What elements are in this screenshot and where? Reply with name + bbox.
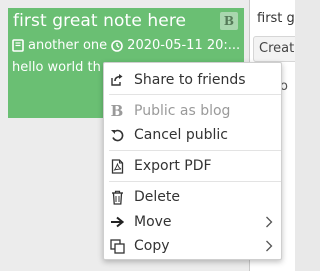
menu-item-move[interactable]: Move xyxy=(104,211,281,233)
menu-item-label: Delete xyxy=(134,189,180,205)
menu-divider xyxy=(109,181,281,182)
arrow-right-icon xyxy=(109,214,125,230)
note-meta: another one 2020-05-11 20:... xyxy=(12,38,240,53)
menu-item-label: Copy xyxy=(134,238,170,254)
undo-icon xyxy=(109,127,125,143)
menu-divider xyxy=(109,94,281,95)
chevron-right-icon xyxy=(266,216,273,228)
menu-item-delete[interactable]: Delete xyxy=(104,186,281,208)
menu-item-public-blog[interactable]: B Public as blog xyxy=(104,100,281,122)
menu-item-label: Share to friends xyxy=(134,72,246,88)
trash-icon xyxy=(109,189,125,205)
context-menu: Share to friends B Public as blog Cancel… xyxy=(103,62,282,260)
notebook-icon xyxy=(12,39,24,52)
chevron-right-icon xyxy=(266,240,273,252)
share-icon xyxy=(109,72,125,88)
blog-icon: B xyxy=(110,102,124,120)
menu-item-cancel-public[interactable]: Cancel public xyxy=(104,124,281,146)
note-notebook-name: another one xyxy=(28,38,108,53)
menu-divider xyxy=(109,150,281,151)
note-datetime: 2020-05-11 20:... xyxy=(127,38,241,53)
copy-icon xyxy=(109,238,125,254)
clock-icon xyxy=(111,39,123,52)
note-preview: hello world th xyxy=(12,60,101,75)
menu-item-label: Export PDF xyxy=(134,158,212,174)
menu-item-share[interactable]: Share to friends xyxy=(104,69,281,91)
editor-title[interactable]: first gr xyxy=(257,11,295,26)
menu-item-copy[interactable]: Copy xyxy=(104,235,281,257)
menu-item-label: Move xyxy=(134,214,172,230)
app-window: first great note here B another one 2020… xyxy=(0,0,295,271)
menu-item-label: Public as blog xyxy=(134,103,231,119)
note-title: first great note here xyxy=(13,11,187,31)
menu-item-label: Cancel public xyxy=(134,127,229,143)
menu-item-export-pdf[interactable]: Export PDF xyxy=(104,155,281,177)
editor-create-button[interactable]: Creat xyxy=(253,36,295,62)
blog-badge-icon: B xyxy=(220,12,238,30)
pdf-file-icon xyxy=(109,158,125,174)
